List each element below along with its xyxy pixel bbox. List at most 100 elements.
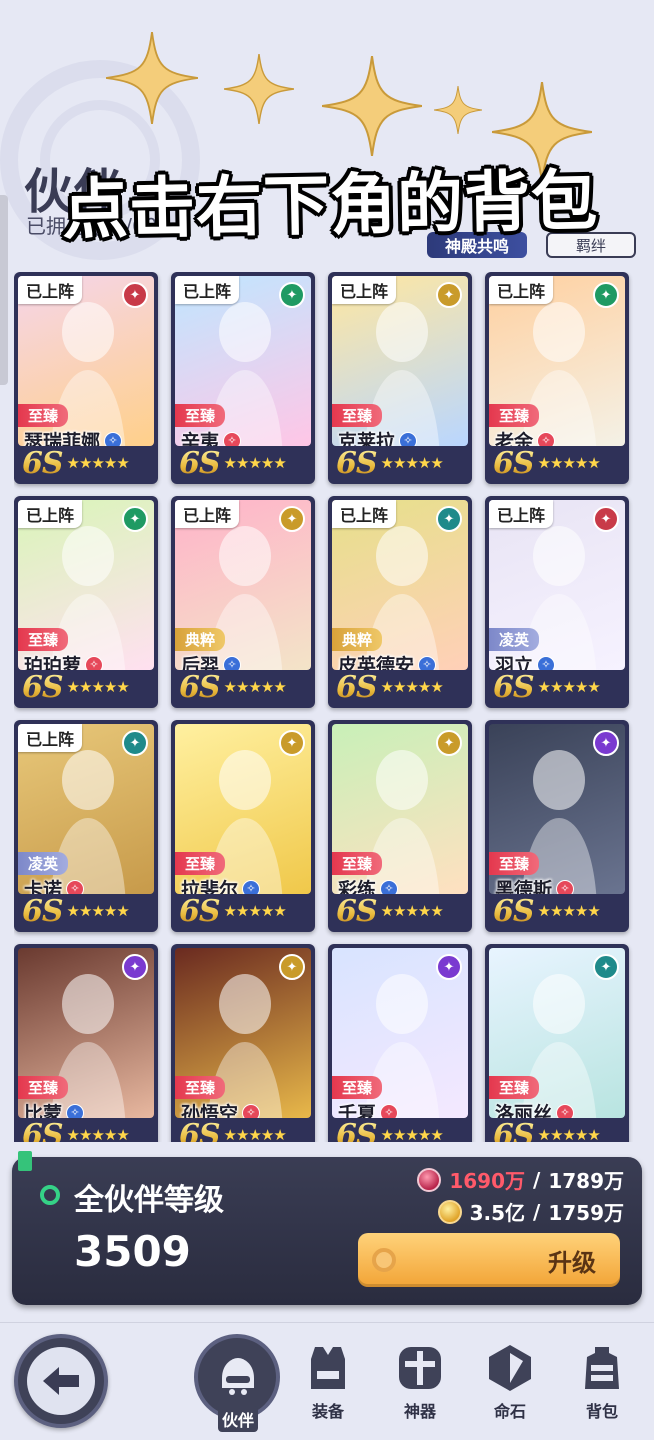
star-rating: ★★★★★ bbox=[66, 902, 130, 920]
partner-card[interactable]: ✦ 至臻 拉斐尔 ✧ 6S ★★★★★ bbox=[171, 720, 315, 932]
arrow-left-icon bbox=[27, 1347, 95, 1415]
nav-label-backpack: 背包 bbox=[585, 1402, 618, 1421]
dark-element-icon: ✦ bbox=[593, 730, 619, 756]
rarity-badge: 典粹 bbox=[332, 628, 383, 651]
name-row: 孙悟空 ✧ bbox=[181, 1099, 261, 1118]
light-element-icon: ✦ bbox=[436, 730, 462, 756]
star-rating: ★★★★★ bbox=[380, 454, 444, 472]
gold-need: 1759万 bbox=[548, 1201, 624, 1225]
rarity-badge: 至臻 bbox=[175, 1076, 226, 1099]
partner-portrait: 已上阵 ✦ 典粹 皮英德安 ✧ bbox=[332, 500, 468, 670]
nav-tab-equipment[interactable]: 装备 bbox=[288, 1340, 368, 1430]
partner-card[interactable]: 已上阵 ✦ 至臻 瑟瑞菲娜 ✧ 6S ★★★★★ bbox=[14, 272, 158, 484]
partner-card[interactable]: ✦ 至臻 千夏 ✧ 6S ★★★★★ bbox=[328, 944, 472, 1142]
name-row: 皮英德安 ✧ bbox=[338, 651, 437, 670]
rarity-badge: 至臻 bbox=[332, 1076, 383, 1099]
partner-card[interactable]: 已上阵 ✦ 典粹 皮英德安 ✧ 6S ★★★★★ bbox=[328, 496, 472, 708]
partner-stats: 6S ★★★★★ bbox=[175, 1118, 311, 1143]
name-row: 克莱拉 ✧ bbox=[338, 427, 418, 446]
partner-stats: 6S ★★★★★ bbox=[332, 1118, 468, 1143]
wind-element-icon: ✦ bbox=[122, 506, 148, 532]
partner-card[interactable]: ✦ 至臻 孙悟空 ✧ 6S ★★★★★ bbox=[171, 944, 315, 1142]
partner-card[interactable]: 已上阵 ✦ 凌英 羽立 ✧ 6S ★★★★★ bbox=[485, 496, 629, 708]
partner-name: 彩练 bbox=[338, 879, 377, 894]
grade-label: 6S bbox=[22, 445, 64, 481]
partner-card[interactable]: 已上阵 ✦ 凌英 卡诺 ✧ 6S ★★★★★ bbox=[14, 720, 158, 932]
nav-label-equipment: 装备 bbox=[311, 1402, 344, 1421]
tutorial-text: 点击右下角的背包 bbox=[61, 162, 599, 249]
deployed-badge: 已上阵 bbox=[489, 276, 554, 304]
partner-name: 比蒙 bbox=[24, 1103, 63, 1118]
nav-tab-partner[interactable]: 伙伴 bbox=[194, 1334, 280, 1432]
separator: / bbox=[533, 1199, 541, 1224]
grade-label: 6S bbox=[179, 445, 221, 481]
fire-element-icon: ✦ bbox=[122, 282, 148, 308]
grade-label: 6S bbox=[22, 893, 64, 929]
partner-stats: 6S ★★★★★ bbox=[18, 445, 154, 481]
staff-icon: ✧ bbox=[556, 879, 575, 894]
partner-card[interactable]: 已上阵 ✦ 至臻 辛夷 ✧ 6S ★★★★★ bbox=[171, 272, 315, 484]
partner-portrait: ✦ 至臻 孙悟空 ✧ bbox=[175, 948, 311, 1118]
grade-label: 6S bbox=[493, 445, 535, 481]
rarity-badge: 至臻 bbox=[175, 852, 226, 875]
nav-tab-artifact[interactable]: 神器 bbox=[380, 1340, 460, 1430]
name-row: 比蒙 ✧ bbox=[24, 1099, 85, 1118]
water-element-icon: ✦ bbox=[436, 506, 462, 532]
edge-handle[interactable] bbox=[0, 195, 8, 385]
fate-stone-icon bbox=[484, 1340, 536, 1396]
tutorial-banner: 点击右下角的背包 bbox=[61, 32, 642, 249]
partner-portrait: 已上阵 ✦ 至臻 珀珀萝 ✧ bbox=[18, 500, 154, 670]
star-rating: ★★★★★ bbox=[537, 902, 601, 920]
partner-card[interactable]: 已上阵 ✦ 至臻 珀珀萝 ✧ 6S ★★★★★ bbox=[14, 496, 158, 708]
armor-icon bbox=[302, 1340, 354, 1396]
grade-label: 6S bbox=[336, 445, 378, 481]
partner-stats: 6S ★★★★★ bbox=[175, 445, 311, 481]
grade-label: 6S bbox=[179, 1118, 221, 1143]
back-button[interactable] bbox=[14, 1334, 108, 1428]
water-element-icon: ✦ bbox=[593, 954, 619, 980]
sparkle-icon bbox=[224, 54, 294, 124]
partner-grid: 已上阵 ✦ 至臻 瑟瑞菲娜 ✧ 6S ★★★★★ 已上阵 ✦ 至臻 辛夷 ✧ 6… bbox=[14, 272, 640, 1142]
partner-card[interactable]: 已上阵 ✦ 至臻 老余 ✧ 6S ★★★★★ bbox=[485, 272, 629, 484]
rarity-badge: 至臻 bbox=[489, 404, 540, 427]
rarity-badge: 至臻 bbox=[18, 404, 69, 427]
name-row: 瑟瑞菲娜 ✧ bbox=[24, 427, 123, 446]
nav-tab-backpack[interactable]: 背包 bbox=[562, 1340, 642, 1430]
partner-name: 皮英德安 bbox=[338, 655, 415, 670]
star-rating: ★★★★★ bbox=[537, 454, 601, 472]
shield-icon: ✧ bbox=[537, 431, 556, 446]
partner-card[interactable]: 已上阵 ✦ 至臻 克莱拉 ✧ 6S ★★★★★ bbox=[328, 272, 472, 484]
staff-icon: ✧ bbox=[242, 1103, 261, 1118]
partner-card[interactable]: ✦ 至臻 彩练 ✧ 6S ★★★★★ bbox=[328, 720, 472, 932]
light-element-icon: ✦ bbox=[279, 954, 305, 980]
partner-portrait: ✦ 至臻 彩练 ✧ bbox=[332, 724, 468, 894]
partner-portrait: ✦ 至臻 拉斐尔 ✧ bbox=[175, 724, 311, 894]
partner-portrait: 已上阵 ✦ 至臻 瑟瑞菲娜 ✧ bbox=[18, 276, 154, 446]
partner-portrait: 已上阵 ✦ 至臻 辛夷 ✧ bbox=[175, 276, 311, 446]
resource-row-gold: 3.5亿 / 1759万 bbox=[437, 1197, 624, 1226]
partner-portrait: ✦ 至臻 洛丽丝 ✧ bbox=[489, 948, 625, 1118]
gold-coin-icon bbox=[437, 1199, 462, 1224]
grade-label: 6S bbox=[336, 1118, 378, 1143]
star-rating: ★★★★★ bbox=[380, 902, 444, 920]
partner-card[interactable]: ✦ 至臻 比蒙 ✧ 6S ★★★★★ bbox=[14, 944, 158, 1142]
gold-have: 3.5亿 bbox=[469, 1201, 526, 1225]
partner-portrait: ✦ 至臻 千夏 ✧ bbox=[332, 948, 468, 1118]
partner-portrait: 已上阵 ✦ 凌英 羽立 ✧ bbox=[489, 500, 625, 670]
wind-element-icon: ✦ bbox=[279, 282, 305, 308]
separator: / bbox=[533, 1167, 541, 1192]
nav-tab-fate-stone[interactable]: 命石 bbox=[470, 1340, 550, 1430]
bow-icon: ✧ bbox=[418, 655, 437, 670]
partner-portrait: 已上阵 ✦ 凌英 卡诺 ✧ bbox=[18, 724, 154, 894]
partner-portrait: 已上阵 ✦ 至臻 克莱拉 ✧ bbox=[332, 276, 468, 446]
partner-card[interactable]: ✦ 至臻 黑德斯 ✧ 6S ★★★★★ bbox=[485, 720, 629, 932]
partner-stats: 6S ★★★★★ bbox=[18, 670, 154, 705]
star-rating: ★★★★★ bbox=[537, 1126, 601, 1142]
upgrade-button[interactable]: 升级 bbox=[358, 1233, 620, 1287]
helmet-icon bbox=[222, 1358, 254, 1395]
partner-card[interactable]: ✦ 至臻 洛丽丝 ✧ 6S ★★★★★ bbox=[485, 944, 629, 1142]
partner-card[interactable]: 已上阵 ✦ 典粹 后羿 ✧ 6S ★★★★★ bbox=[171, 496, 315, 708]
partner-portrait: 已上阵 ✦ 典粹 后羿 ✧ bbox=[175, 500, 311, 670]
deployed-badge: 已上阵 bbox=[489, 500, 554, 528]
grade-label: 6S bbox=[493, 1118, 535, 1143]
